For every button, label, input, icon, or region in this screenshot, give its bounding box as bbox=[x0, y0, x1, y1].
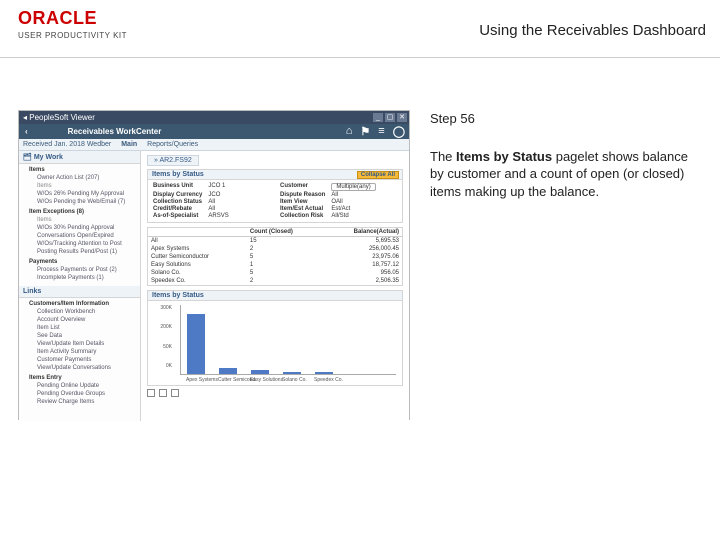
left-nav: My Work Items Owner Action List (207) It… bbox=[19, 151, 141, 421]
nav-tab-reports[interactable]: Reports/Queries bbox=[147, 141, 198, 148]
workcenter-title: Receivables WorkCenter bbox=[68, 127, 162, 136]
table-row: Speedex Co.22,506.35 bbox=[148, 277, 402, 285]
sidebar-item[interactable]: Customers/Item Information bbox=[29, 300, 136, 308]
sidebar-item[interactable]: Process Payments or Post (2) bbox=[29, 266, 136, 274]
sidebar-item[interactable]: Owner Action List (207) bbox=[29, 174, 136, 182]
brand-logo: ORACLE bbox=[18, 8, 127, 29]
nav-links-header[interactable]: Links bbox=[19, 286, 140, 298]
chart-title: Items by Status bbox=[147, 290, 403, 300]
chart-x-label: Easy Solutions bbox=[250, 377, 268, 383]
status-table: Count (Closed) Balance(Actual) All155,69… bbox=[148, 228, 402, 285]
close-icon[interactable]: ✕ bbox=[397, 113, 407, 122]
sidebar-item[interactable]: Account Overview bbox=[29, 316, 136, 324]
flag-icon[interactable]: ⚑ bbox=[360, 125, 370, 138]
sidebar-item[interactable]: Pending Overdue Groups bbox=[29, 390, 136, 398]
collapse-all-button[interactable]: Collapse All bbox=[357, 171, 399, 179]
back-button[interactable]: ‹ bbox=[25, 127, 28, 136]
sidebar-item[interactable]: Items bbox=[29, 182, 136, 190]
chart-bar bbox=[187, 314, 205, 374]
customer-dropdown[interactable]: Multiple(any) bbox=[331, 183, 375, 191]
sidebar-item[interactable]: Incomplete Payments (1) bbox=[29, 274, 136, 282]
sidebar-item[interactable]: Customer Payments bbox=[29, 356, 136, 364]
table-row: Apex Systems2256,000.45 bbox=[148, 245, 402, 253]
minimize-icon[interactable]: _ bbox=[373, 113, 383, 122]
help-icon[interactable]: ◯ bbox=[393, 125, 405, 138]
sidebar-item[interactable]: Item Exceptions (8) bbox=[29, 208, 136, 216]
step-label: Step 56 bbox=[430, 110, 700, 128]
chart-type-icon[interactable] bbox=[159, 389, 167, 397]
breadcrumb[interactable]: » AR2.FS92 bbox=[147, 155, 199, 166]
chart-type-icon[interactable] bbox=[147, 389, 155, 397]
chart-bar bbox=[251, 370, 269, 374]
embedded-screenshot: ◂ PeopleSoft Viewer _ ▢ ✕ ‹ Receivables … bbox=[18, 110, 410, 420]
chart-x-label: Speedex Co. bbox=[314, 377, 332, 383]
sidebar-item[interactable]: Pending Online Update bbox=[29, 382, 136, 390]
chart-x-label: Apex Systems bbox=[186, 377, 204, 383]
home-icon[interactable]: ⌂ bbox=[346, 125, 353, 138]
sidebar-item[interactable]: Review Charge Items bbox=[29, 398, 136, 406]
menu-icon[interactable]: ≡ bbox=[378, 125, 384, 138]
brand-subtitle: USER PRODUCTIVITY KIT bbox=[18, 31, 127, 40]
maximize-icon[interactable]: ▢ bbox=[385, 113, 395, 122]
sidebar-item[interactable]: Items bbox=[29, 166, 136, 174]
sidebar-item[interactable]: Payments bbox=[29, 258, 136, 266]
lesson-title: Using the Receivables Dashboard bbox=[479, 22, 706, 39]
chart-x-label: Cutter Semicond. bbox=[218, 377, 236, 383]
sidebar-item[interactable]: Posting Results Pend/Post (1) bbox=[29, 248, 136, 256]
items-by-status-chart: 300K 200K 50K 0K Apex SystemsCutter Semi… bbox=[147, 300, 403, 386]
pagelet-title: Items by Status bbox=[152, 171, 204, 178]
chart-bar bbox=[283, 372, 301, 374]
sidebar-item[interactable]: W/Os 26% Pending My Approval bbox=[29, 190, 136, 198]
table-row: All155,695.53 bbox=[148, 237, 402, 246]
sidebar-item[interactable]: Item Activity Summary bbox=[29, 348, 136, 356]
table-row: Cutter Semiconductor523,975.06 bbox=[148, 253, 402, 261]
instruction-text: The Items by Status pagelet shows balanc… bbox=[430, 148, 700, 201]
sidebar-item[interactable]: See Data bbox=[29, 332, 136, 340]
sidebar-item[interactable]: Items bbox=[29, 216, 136, 224]
table-row: Easy Solutions118,757.12 bbox=[148, 261, 402, 269]
nav-tab-main[interactable]: Main bbox=[121, 141, 137, 148]
sidebar-item[interactable]: View/Update Conversations bbox=[29, 364, 136, 372]
sidebar-item[interactable]: Collection Workbench bbox=[29, 308, 136, 316]
sidebar-item[interactable]: W/Os Pending the Web/Email (7) bbox=[29, 198, 136, 206]
window-titlebar: ◂ PeopleSoft Viewer _ ▢ ✕ bbox=[19, 111, 409, 124]
sidebar-item[interactable]: W/Os/Tracking Attention to Post bbox=[29, 240, 136, 248]
sidebar-item[interactable]: Conversations Open/Expired bbox=[29, 232, 136, 240]
chart-type-icon[interactable] bbox=[171, 389, 179, 397]
nav-context: Received Jan. 2018 Wedber bbox=[23, 141, 111, 148]
chart-x-label: Solano Co. bbox=[282, 377, 300, 383]
sidebar-item[interactable]: View/Update Item Details bbox=[29, 340, 136, 348]
nav-mywork-header[interactable]: My Work bbox=[19, 151, 140, 164]
sidebar-item[interactable]: Items Entry bbox=[29, 374, 136, 382]
chart-bar bbox=[315, 372, 333, 374]
sidebar-item[interactable]: Item List bbox=[29, 324, 136, 332]
table-row: Solano Co.5956.05 bbox=[148, 269, 402, 277]
chart-bar bbox=[219, 368, 237, 374]
sidebar-item[interactable]: W/Os 30% Pending Approval bbox=[29, 224, 136, 232]
